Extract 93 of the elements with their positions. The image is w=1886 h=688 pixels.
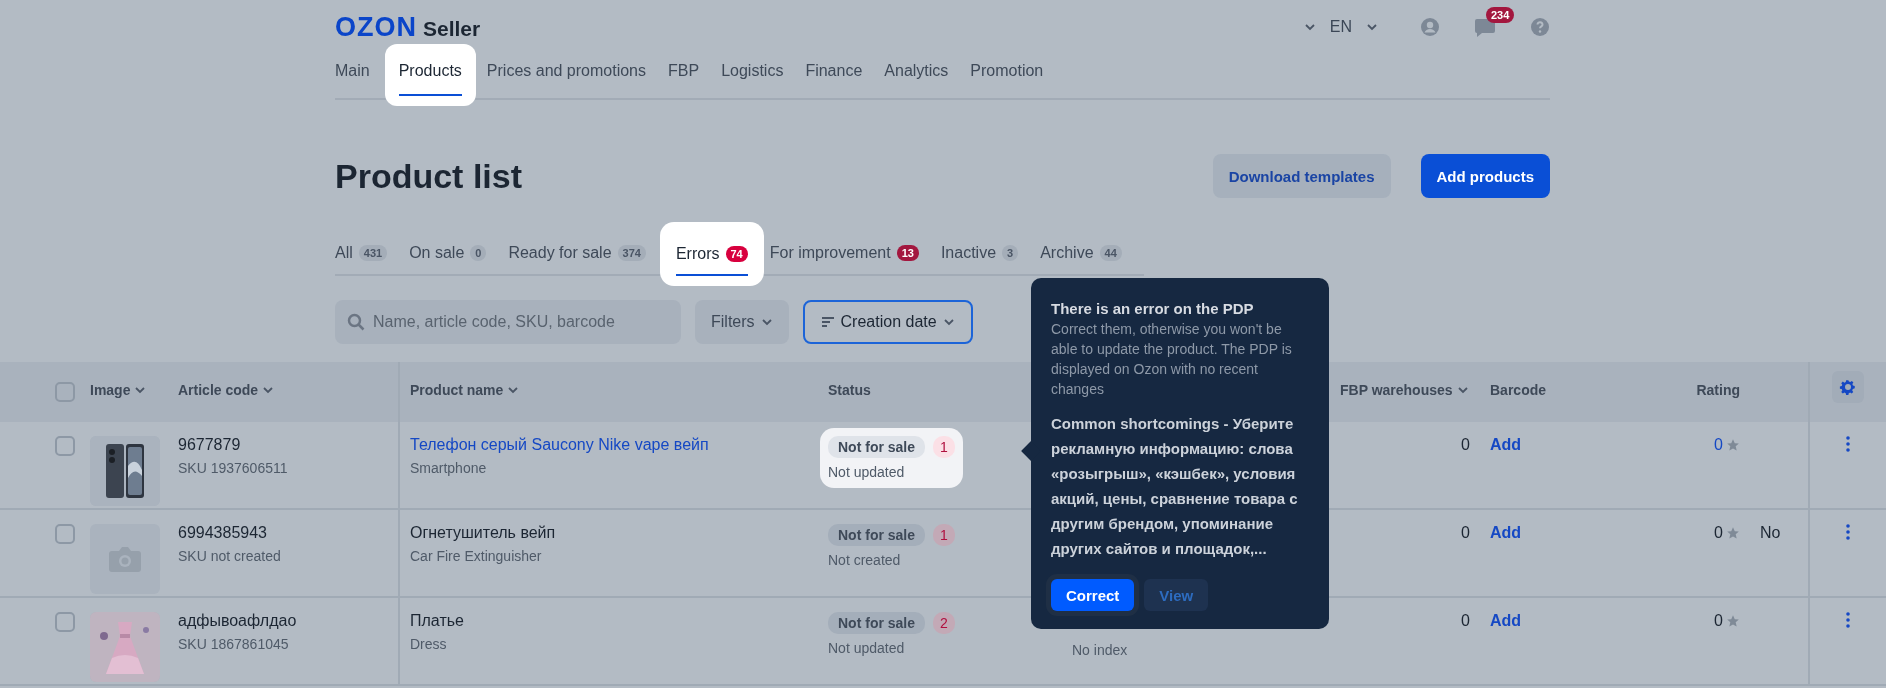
chevron-down-icon bbox=[507, 384, 520, 396]
chevron-down-icon bbox=[262, 384, 275, 396]
column-header[interactable]: Article code bbox=[178, 382, 275, 398]
product-link[interactable]: Телефон серый Saucony Nike vape вейп bbox=[410, 436, 709, 454]
tooltip-description: Correct them, otherwise you won't be able to update the product. The PDP is displayed on Ozon with no recent changes bbox=[1051, 320, 1293, 399]
page-title: Product list bbox=[335, 156, 523, 196]
settings-icon bbox=[1839, 378, 1857, 396]
sort-button[interactable]: Creation date bbox=[802, 300, 973, 344]
chevron-down-icon bbox=[1456, 384, 1469, 396]
nav-tab[interactable]: Analytics bbox=[875, 50, 958, 98]
sku-text: SKU 1867861045 bbox=[178, 636, 289, 652]
nav-tab[interactable]: Prices and promotions bbox=[477, 50, 655, 98]
column-header: Rating bbox=[1696, 382, 1740, 398]
product-name: Платье bbox=[410, 612, 464, 630]
download-button[interactable]: Download templates bbox=[1212, 154, 1391, 198]
article-code: адфывоафлдао bbox=[178, 612, 297, 630]
filter-tab[interactable]: Archive 44 bbox=[1040, 232, 1122, 274]
status-note: Not created bbox=[828, 552, 902, 568]
language-selector[interactable]: EN bbox=[1329, 18, 1352, 36]
column-header[interactable]: FBP warehouses bbox=[1340, 382, 1469, 398]
sku-text: SKU not created bbox=[178, 548, 281, 564]
status-note: Not updated bbox=[828, 464, 906, 480]
view-button[interactable]: View bbox=[1144, 579, 1209, 611]
more-icon bbox=[1846, 524, 1850, 540]
stock-count: 0 bbox=[1461, 612, 1470, 630]
table-cell: No bbox=[1760, 524, 1781, 542]
sort-icon bbox=[820, 316, 835, 328]
chevron-down-icon bbox=[1303, 21, 1316, 33]
stock-count: 0 bbox=[1461, 436, 1470, 454]
error-count[interactable]: 1 bbox=[933, 524, 955, 546]
filter-tab[interactable]: For improvement 13 bbox=[769, 232, 919, 274]
visibility-text: No index bbox=[1072, 642, 1128, 658]
search-field[interactable]: Name, article code, SKU, barcode bbox=[335, 300, 681, 344]
chevron-down-icon bbox=[1366, 21, 1378, 33]
sku-text: SKU 1937606511 bbox=[178, 460, 288, 476]
column-header: Status bbox=[828, 382, 871, 398]
column-header: Barcode bbox=[1490, 382, 1547, 398]
nav-tab[interactable]: Finance bbox=[796, 50, 872, 98]
settings-button[interactable] bbox=[1832, 371, 1864, 403]
select-all-checkbox[interactable] bbox=[55, 382, 75, 402]
product-category: Dress bbox=[410, 636, 447, 652]
notification-badge: 234 bbox=[1486, 7, 1515, 23]
logo[interactable]: OZON bbox=[335, 11, 417, 43]
status-note: Not updated bbox=[828, 640, 906, 656]
nav-tab[interactable]: Main bbox=[335, 50, 379, 98]
row-checkbox[interactable] bbox=[55, 436, 75, 456]
filters-button[interactable]: Filters bbox=[695, 300, 789, 344]
more-icon bbox=[1846, 436, 1850, 452]
filter-tab[interactable]: On sale 0 bbox=[409, 232, 487, 274]
article-code: 6994385943 bbox=[178, 524, 267, 542]
add-barcode-link[interactable]: Add bbox=[1490, 436, 1522, 454]
nav-tab[interactable]: Products bbox=[384, 44, 476, 106]
product-name: Огнетушитель вейп bbox=[410, 524, 556, 542]
more-icon bbox=[1846, 612, 1850, 628]
product-category: Car Fire Extinguisher bbox=[410, 548, 542, 564]
article-code: 9677879 bbox=[178, 436, 241, 454]
filter-tab[interactable]: All 431 bbox=[335, 232, 388, 274]
stock-count: 0 bbox=[1461, 524, 1470, 542]
tooltip-text: Common shortcomings - Уберите рекламную информацию: слова «розыгрыш», «кэшбек», условия акций, цены, сравнение товара с другим брендом, упоминание других сайтов и площадок,... bbox=[1051, 414, 1299, 559]
chevron-down-icon bbox=[134, 384, 147, 396]
add-barcode-link[interactable]: Add bbox=[1490, 524, 1522, 542]
tooltip-title: There is an error on the PDP bbox=[1051, 300, 1255, 317]
add-barcode-link[interactable]: Add bbox=[1490, 612, 1522, 630]
nav-tab[interactable]: Promotion bbox=[961, 50, 1053, 98]
user-icon[interactable] bbox=[1420, 17, 1440, 37]
error-count[interactable]: 2 bbox=[933, 612, 955, 634]
row-checkbox[interactable] bbox=[55, 524, 75, 544]
column-header[interactable]: Product name bbox=[410, 382, 520, 398]
add-button[interactable]: Add products bbox=[1420, 154, 1550, 198]
help-icon[interactable] bbox=[1530, 17, 1550, 37]
chevron-down-icon bbox=[942, 316, 955, 328]
product-category: Smartphone bbox=[410, 460, 487, 476]
status-chip: Not for sale bbox=[828, 436, 925, 458]
row-checkbox[interactable] bbox=[55, 612, 75, 632]
error-count[interactable]: 1 bbox=[933, 436, 955, 458]
logo-subtitle: Seller bbox=[423, 16, 481, 41]
nav-tab[interactable]: FBP bbox=[659, 50, 709, 98]
star-icon bbox=[1726, 614, 1740, 628]
chevron-down-icon bbox=[760, 316, 773, 328]
column-header[interactable]: Image bbox=[90, 382, 147, 398]
rating-value[interactable]: 0 bbox=[1714, 436, 1723, 454]
star-icon bbox=[1726, 438, 1740, 452]
search-icon bbox=[347, 313, 365, 331]
nav-tab[interactable]: Logistics bbox=[712, 50, 793, 98]
status-chip: Not for sale bbox=[828, 612, 925, 634]
status-chip: Not for sale bbox=[828, 524, 925, 546]
filter-tab[interactable]: Ready for sale 374 bbox=[508, 232, 646, 274]
rating-value: 0 bbox=[1714, 612, 1723, 630]
chat-icon[interactable] bbox=[1474, 17, 1496, 37]
star-icon bbox=[1726, 526, 1740, 540]
filter-tab[interactable]: Errors 74 bbox=[659, 222, 764, 286]
filter-tab[interactable]: Inactive 3 bbox=[940, 232, 1019, 274]
rating-value: 0 bbox=[1714, 524, 1723, 542]
